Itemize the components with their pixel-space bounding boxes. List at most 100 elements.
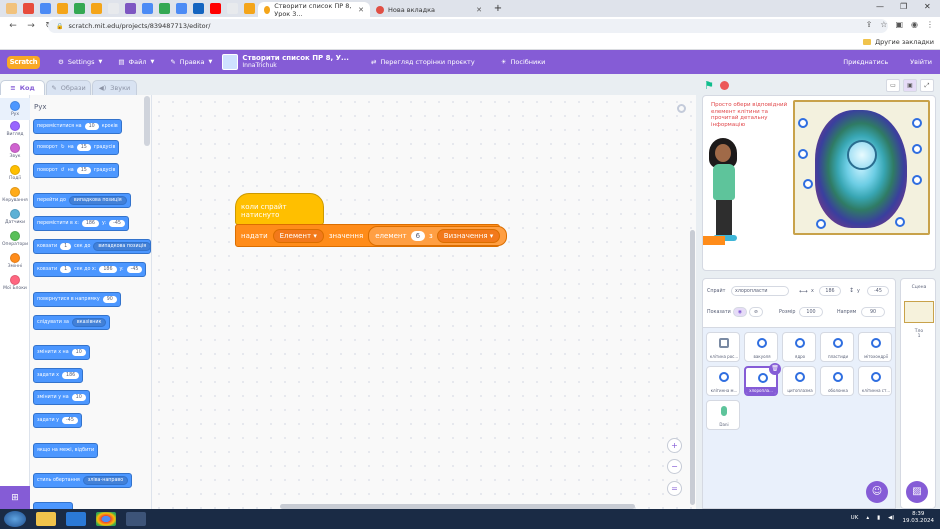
pinned-tab-icon[interactable] — [91, 3, 102, 14]
item-index-input[interactable]: 6 — [410, 230, 426, 241]
choose-backdrop-button[interactable]: ▨ — [906, 481, 928, 503]
lock-icon[interactable]: 🔒 — [56, 23, 63, 30]
sprite-orange-block[interactable] — [703, 236, 725, 245]
sprite-tile[interactable]: вакуоля — [744, 332, 778, 362]
palette-scrollbar[interactable] — [144, 96, 150, 146]
block-goto-xy[interactable]: перемістити в x: 186 y: -45 — [33, 216, 129, 231]
block-dropdown[interactable]: вказівник — [71, 318, 107, 327]
list-dropdown[interactable]: Визначення ▾ — [436, 228, 501, 243]
stage-selector-panel[interactable]: Сцена Тло 1 — [900, 278, 936, 509]
project-thumbnail[interactable] — [222, 54, 239, 70]
ie-icon[interactable] — [66, 512, 86, 526]
hat-block-when-sprite-clicked[interactable]: коли спрайт натиснуто — [235, 193, 324, 225]
tab-new-tab[interactable]: Нова вкладка ✕ — [370, 2, 488, 17]
hide-sprite-eye-icon[interactable]: ⊘ — [749, 307, 763, 317]
block-goto[interactable]: перейти до випадкова позиція — [33, 193, 131, 208]
block-dropdown[interactable]: випадкова позиція — [68, 196, 127, 205]
pinned-tab-icon[interactable] — [244, 3, 255, 14]
volume-icon[interactable]: ◀) — [888, 515, 894, 521]
youtube-tab-icon[interactable] — [210, 3, 221, 14]
block-set-variable[interactable]: надати Елемент ▾ значення елемент 6 з Ви… — [235, 224, 508, 247]
tab-costumes[interactable]: ✎ Образи — [46, 80, 91, 95]
pinned-tab-icon[interactable] — [40, 3, 51, 14]
reporter-item-of-list[interactable]: елемент 6 з Визначення ▾ — [368, 225, 508, 246]
zoom-out-button[interactable]: − — [667, 459, 682, 474]
settings-menu[interactable]: ⚙ Settings ▼ — [58, 58, 102, 66]
category-motion[interactable]: Рух — [0, 98, 30, 120]
pinned-tab-icon[interactable] — [23, 3, 34, 14]
block-input[interactable]: 186 — [99, 266, 117, 273]
forward-icon[interactable]: → — [26, 21, 36, 31]
pinned-tab-icon[interactable] — [193, 3, 204, 14]
tab-code[interactable]: ≡ Код — [0, 80, 45, 95]
block-input[interactable]: 1 — [60, 243, 72, 250]
delete-sprite-icon[interactable]: 🗑 — [769, 363, 781, 375]
block-glide-to[interactable]: ковзати 1 сек до випадкова позиція — [33, 239, 151, 254]
category-sound[interactable]: Звук — [0, 143, 30, 159]
block-input[interactable]: 10 — [84, 123, 99, 130]
tutorials-button[interactable]: ☀ Посібники — [501, 58, 546, 66]
fullscreen-button[interactable]: ⤢ — [920, 79, 934, 92]
block-input[interactable]: 90 — [102, 296, 117, 303]
sprite-hotspot[interactable] — [816, 219, 826, 229]
block-point-direction[interactable]: повернутися в напрямку 90 — [33, 292, 121, 307]
pinned-tab-icon[interactable] — [6, 3, 17, 14]
share-page-icon[interactable]: ⇪ — [866, 20, 873, 29]
block-input[interactable]: 186 — [62, 372, 80, 379]
sprite-name-input[interactable]: хлоропласти — [731, 286, 789, 296]
block-input[interactable]: 186 — [81, 220, 99, 227]
category-operators[interactable]: Оператори — [0, 231, 30, 247]
pinned-tab-icon[interactable] — [108, 3, 119, 14]
block-input[interactable]: -45 — [109, 220, 125, 227]
sprite-tile[interactable]: цитоплазма — [782, 366, 816, 396]
block-input[interactable]: 10 — [71, 394, 86, 401]
sprite-tile[interactable]: клітинна м... — [706, 366, 740, 396]
category-my-blocks[interactable]: Мої Блоки — [0, 275, 30, 291]
maximize-icon[interactable]: ❐ — [900, 2, 907, 11]
start-button-icon[interactable] — [4, 511, 26, 527]
block-bounce[interactable]: якщо на межі, відбити — [33, 443, 99, 458]
scratch-logo[interactable]: Scratch — [7, 55, 40, 69]
direction-input[interactable]: 90 — [861, 307, 885, 317]
code-vertical-scrollbar[interactable] — [690, 230, 695, 505]
close-window-icon[interactable]: ✕ — [924, 2, 931, 11]
block-input[interactable]: 1 — [60, 266, 72, 273]
file-explorer-icon[interactable] — [36, 512, 56, 526]
pinned-tab-icon[interactable] — [142, 3, 153, 14]
y-position-input[interactable]: -45 — [867, 286, 889, 296]
green-flag-icon[interactable]: ⚑ — [704, 79, 714, 92]
url-input[interactable]: 🔒 scratch.mit.edu/projects/839487713/edi… — [48, 19, 888, 33]
zoom-in-button[interactable]: + — [667, 438, 682, 453]
sprite-hotspot[interactable] — [803, 179, 813, 189]
recenter-icon[interactable] — [677, 104, 686, 113]
stage-canvas[interactable]: Просто обери відповідний елемент клітини… — [702, 95, 936, 271]
block-input[interactable]: -45 — [62, 417, 78, 424]
pinned-tab-icon[interactable] — [176, 3, 187, 14]
block-partial[interactable] — [33, 502, 73, 509]
x-position-input[interactable]: 186 — [819, 286, 841, 296]
block-input[interactable]: 15 — [76, 144, 91, 151]
category-sensing[interactable]: Датчики — [0, 209, 30, 225]
stop-icon[interactable] — [720, 81, 729, 90]
sprite-hotspot[interactable] — [912, 175, 922, 185]
chrome-icon[interactable] — [96, 512, 116, 526]
sprite-hotspot[interactable] — [912, 144, 922, 154]
other-bookmarks[interactable]: Другие закладки — [863, 38, 934, 46]
sprite-hotspot[interactable] — [895, 217, 905, 227]
sprite-hotspot[interactable] — [912, 118, 922, 128]
sprite-hotspot[interactable] — [798, 118, 808, 128]
sprite-hotspot[interactable] — [798, 149, 808, 159]
sprite-tile[interactable]: мітохондрії — [858, 332, 892, 362]
project-title[interactable]: Створити список ПР 8, У... InnaTrichuk — [242, 54, 349, 70]
pinned-tab-icon[interactable] — [159, 3, 170, 14]
sprite-tile[interactable]: оболонка — [820, 366, 854, 396]
block-input[interactable]: 15 — [76, 167, 91, 174]
add-extension-button[interactable]: ⊞ — [0, 486, 30, 509]
category-variables[interactable]: Змінні — [0, 253, 30, 269]
block-set-x[interactable]: задати x 186 — [33, 368, 84, 383]
block-point-towards[interactable]: слідувати за вказівник — [33, 315, 111, 330]
size-input[interactable]: 100 — [799, 307, 823, 317]
block-rotation-style[interactable]: стиль обертання зліва-направо — [33, 473, 133, 488]
block-dropdown[interactable]: зліва-направо — [82, 476, 129, 485]
back-icon[interactable]: ← — [8, 21, 18, 31]
